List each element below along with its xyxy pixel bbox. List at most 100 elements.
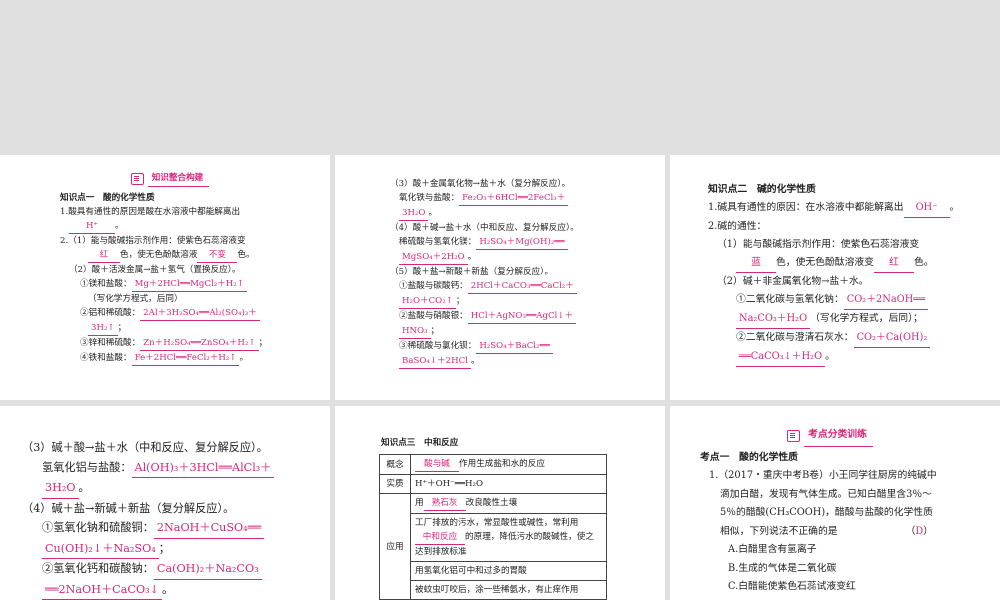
answer-blank: ══CaCO₃↓＋H₂O xyxy=(736,348,826,367)
question-text: 滴加白醋，发现有气体生成。已知白醋里含3％～ xyxy=(720,488,932,500)
text-line: ②盐酸与硝酸银： HCl＋AgNO₃══AgCl↓＋ xyxy=(390,309,665,324)
answer-blank: ══2NaOH＋CaCO₃↓ xyxy=(42,580,162,600)
answer-blank: 不变 xyxy=(197,248,238,263)
answer-choice: D xyxy=(915,525,924,537)
table-cell: 酸与碱 作用生成盐和水的反应 xyxy=(410,454,607,475)
text-line: ══2NaOH＋CaCO₃↓。 xyxy=(22,580,330,600)
text-line: 氢氧化铝与盐酸： Al(OH)₃＋3HCl══AlCl₃＋ xyxy=(22,458,330,478)
text-line: （1）能与酸碱指示剂作用：使紫色石蕊溶液变 xyxy=(717,239,920,250)
panel-base-properties-cont: （3）碱＋酸→盐＋水（中和反应、复分解反应）。 氢氧化铝与盐酸： Al(OH)₃＋… xyxy=(0,406,330,600)
text-line: 2.碱的通性： xyxy=(708,221,767,232)
answer-blank: 3H₂↑ xyxy=(88,321,118,336)
text-line: Na₂CO₃＋H₂O （写化学方程式，后同）； xyxy=(708,310,1000,329)
banner-title: 考点分类训练 xyxy=(804,426,873,447)
text-line: 1.酸具有通性的原因是酸在水溶液中都能解离出 xyxy=(60,207,241,217)
answer-blank: H₂O＋CO₂↑ xyxy=(399,294,456,309)
neutralization-table: 概念 酸与碱 作用生成盐和水的反应 实质 H⁺＋OH⁻══H₂O 应用 用熟石灰改… xyxy=(379,454,607,600)
answer-blank: 2NaOH＋CuSO₄══ xyxy=(153,518,265,539)
table-row: 用氢氧化铝可中和过多的胃酸 xyxy=(380,561,607,581)
table-cell: 工厂排放的污水，常显酸性或碱性，常利用中和反应 的原理，降低污水的酸碱性，使之达到… xyxy=(410,513,607,562)
answer-blank: Mg＋2HCl══MgCl₂＋H₂↑ xyxy=(131,277,247,292)
panel-acid-properties-cont: （3）酸＋金属氧化物→盐＋水（复分解反应）。 氧化铁与盐酸： Fe₂O₃＋6HCl… xyxy=(335,155,665,400)
text-line: Cu(OH)₂↓＋Na₂SO₄； xyxy=(22,539,330,559)
panel-base-properties: 知识点二 碱的化学性质 1.碱具有通性的原因：在水溶液中都能解离出 OH⁻。 2.… xyxy=(670,155,1000,400)
section-banner: 知识整合构建 xyxy=(60,171,280,187)
table-row: 工厂排放的污水，常显酸性或碱性，常利用中和反应 的原理，降低污水的酸碱性，使之达到… xyxy=(380,513,607,562)
answer-blank: 2Al＋3H₂SO₄══Al₂(SO₄)₃＋ xyxy=(140,306,260,321)
answer-blank: H₂SO₄＋BaCl₂══ xyxy=(476,339,553,354)
document-icon xyxy=(787,430,801,443)
knowledge-point-title: 知识点三 中和反应 xyxy=(381,438,459,448)
text-line: ①盐酸与碳酸钙： 2HCl＋CaCO₃══CaCl₂＋ xyxy=(390,279,665,294)
text-line: ══CaCO₃↓＋H₂O。 xyxy=(708,348,1000,367)
text-line: ②氢氧化钙和碳酸钠： Ca(OH)₂＋Na₂CO₃ xyxy=(22,559,330,580)
table-header-cell: 概念 xyxy=(379,454,411,475)
table-cell: 被蚊虫叮咬后，涂一些稀氨水，有止痒作用 xyxy=(410,580,607,600)
answer-blank: 3H₂O xyxy=(399,206,429,221)
panel-practice: 考点分类训练 考点一 酸的化学性质 1.（2017・重庆中考B卷）小王同学往厨房… xyxy=(670,406,1000,600)
text-line: ③稀硫酸与氯化钡： H₂SO₄＋BaCl₂══ xyxy=(390,339,665,354)
answer-blank: OH⁻ xyxy=(903,199,950,218)
text-line: ④铁和盐酸： Fe＋2HCl══FeCl₂＋H₂↑。 xyxy=(60,351,330,366)
table-row: 概念 酸与碱 作用生成盐和水的反应 xyxy=(379,454,607,475)
answer-blank: 红 xyxy=(88,248,120,263)
answer-blank: H₂SO₄＋Mg(OH)₂══ xyxy=(476,235,568,250)
option-c: C.白醋能使紫色石蕊试液变红 xyxy=(728,581,856,592)
text-line: 红色，使无色酚酞溶液 不变 色。 xyxy=(60,248,330,263)
answer-blank: Na₂CO₃＋H₂O xyxy=(736,310,811,329)
answer-blank: Cu(OH)₂↓＋Na₂SO₄ xyxy=(42,539,159,559)
question-text: 1.（2017・重庆中考B卷）小王同学往厨房的纯碱中 xyxy=(709,470,937,481)
text-line: H₂O＋CO₂↑； xyxy=(390,294,665,309)
answer-blank: 熟石灰 xyxy=(423,496,466,511)
answer-blank: H⁺ xyxy=(69,219,115,234)
table-header-cell: 实质 xyxy=(379,474,411,494)
text-line: （4）酸＋碱→盐＋水（中和反应、复分解反应）。 xyxy=(390,223,579,233)
banner-title: 知识整合构建 xyxy=(147,171,210,187)
answer-blank: Ca(OH)₂＋Na₂CO₃ xyxy=(153,559,262,580)
table-header-cell: 应用 xyxy=(379,493,411,600)
table-row: 应用 用熟石灰 改良酸性土壤 xyxy=(379,493,607,600)
table-row: 被蚊虫叮咬后，涂一些稀氨水，有止痒作用 xyxy=(380,580,607,600)
pencil-icon xyxy=(130,173,144,185)
text-line: BaSO₄↓＋2HCl。 xyxy=(390,354,665,369)
text-line: HNO₃； xyxy=(390,324,665,339)
table-cell: 用熟石灰 改良酸性土壤 xyxy=(410,493,607,514)
panel-acid-properties: 知识整合构建 知识点一 酸的化学性质 1.酸具有通性的原因是酸在水溶液中都能解离… xyxy=(0,155,330,400)
text-line: ①氢氧化钠和硫酸铜： 2NaOH＋CuSO₄══ xyxy=(22,518,330,539)
text-line: ③锌和稀硫酸： Zn＋H₂SO₄══ZnSO₄＋H₂↑； xyxy=(60,336,330,351)
answer-blank: 3H₂O xyxy=(42,478,79,499)
text-line: 3H₂↑； xyxy=(60,321,330,336)
text-line: ①二氧化碳与氢氧化钠： CO₂＋2NaOH══ xyxy=(708,291,1000,310)
answer-blank: CO₂＋2NaOH══ xyxy=(843,291,929,310)
option-a: A.白醋里含有氢离子 xyxy=(728,544,817,555)
text-line: ②二氧化碳与澄清石灰水： CO₂＋Ca(OH)₂ xyxy=(708,329,1000,348)
text-line: H⁺。 xyxy=(60,219,330,234)
answer-blank: 中和反应 xyxy=(415,530,465,545)
panel-neutralization: 知识点三 中和反应 概念 酸与碱 作用生成盐和水的反应 实质 H⁺＋OH⁻══H₂… xyxy=(335,406,665,600)
answer-blank: 红 xyxy=(873,254,914,273)
text-line: （5）酸＋盐→新酸＋新盐（复分解反应）。 xyxy=(390,267,554,277)
answer-blank: Fe＋2HCl══FeCl₂＋H₂↑ xyxy=(131,351,240,366)
text-line: 氧化铁与盐酸： Fe₂O₃＋6HCl══2FeCl₃＋ xyxy=(390,191,665,206)
table-row: 实质 H⁺＋OH⁻══H₂O xyxy=(379,474,607,494)
text-line: ②铝和稀硫酸： 2Al＋3H₂SO₄══Al₂(SO₄)₃＋ xyxy=(60,306,330,321)
answer-blank: HNO₃ xyxy=(399,324,431,339)
knowledge-point-title: 知识点二 碱的化学性质 xyxy=(708,184,816,195)
answer-blank: MgSO₄＋2H₂O xyxy=(399,250,468,265)
table-cell: H⁺＋OH⁻══H₂O xyxy=(410,474,607,494)
table-cell: 用氢氧化铝可中和过多的胃酸 xyxy=(410,561,607,581)
text-line: 3H₂O。 xyxy=(22,478,330,499)
section-banner: 考点分类训练 xyxy=(700,426,960,447)
answer-blank: 酸与碱 xyxy=(415,457,459,472)
text-line: 蓝色，使无色酚酞溶液变红色。 xyxy=(708,254,1000,273)
answer-blank: Zn＋H₂SO₄══ZnSO₄＋H₂↑ xyxy=(140,336,259,351)
answer-blank: BaSO₄↓＋2HCl xyxy=(399,354,471,369)
text-line: ①镁和盐酸： Mg＋2HCl══MgCl₂＋H₂↑ xyxy=(60,277,330,292)
text-line: （写化学方程式，后同） xyxy=(88,294,183,304)
text-line: 2.（1）能与酸碱指示剂作用：使紫色石蕊溶液变 xyxy=(60,236,246,246)
answer-blank: CO₂＋Ca(OH)₂ xyxy=(853,329,931,348)
text-line: （2）碱＋非金属氧化物→盐＋水。 xyxy=(717,276,869,287)
text-line: MgSO₄＋2H₂O。 xyxy=(390,250,665,265)
answer-blank: Al(OH)₃＋3HCl══AlCl₃＋ xyxy=(131,458,275,478)
knowledge-point-title: 知识点一 酸的化学性质 xyxy=(60,193,155,203)
